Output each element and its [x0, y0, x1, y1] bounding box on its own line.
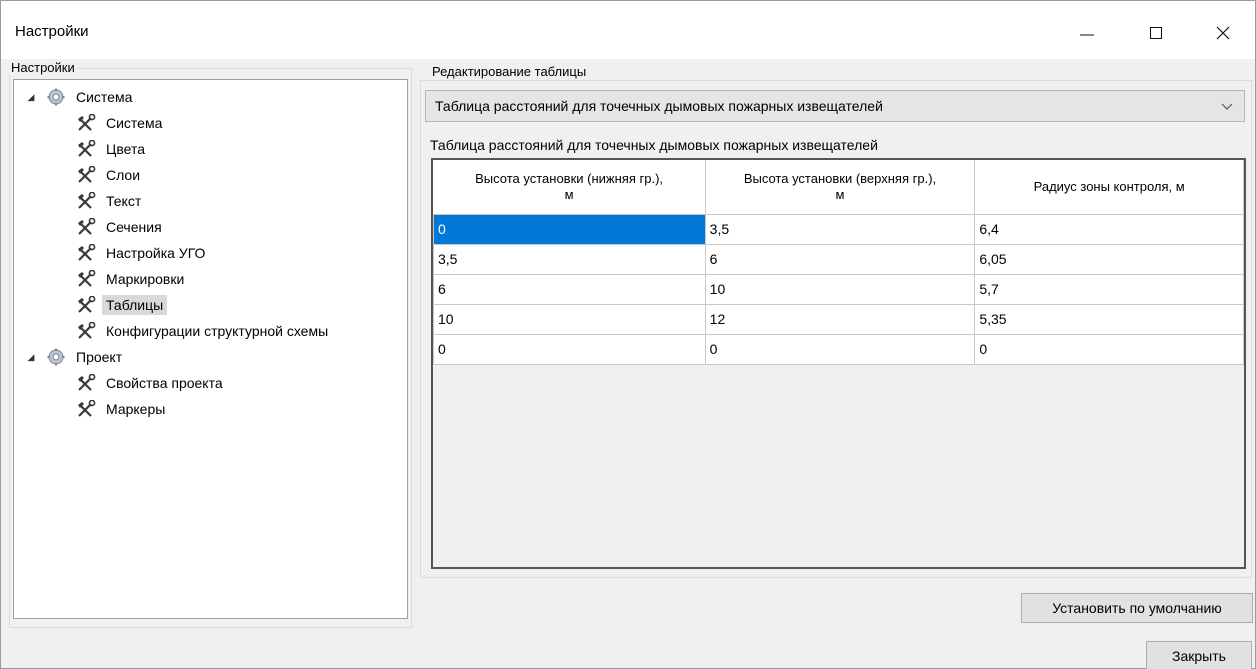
- table-cell[interactable]: 3,5: [704, 213, 976, 245]
- tools-icon: [76, 217, 96, 237]
- tree-item-label: Сечения: [106, 219, 162, 235]
- tree-item-label: Система: [106, 115, 163, 131]
- table-row: 10 12 5,35: [433, 303, 1244, 335]
- table-cell[interactable]: 0: [433, 333, 706, 365]
- tree-item[interactable]: Таблицы: [76, 292, 168, 318]
- tree-item[interactable]: Свойства проекта: [76, 370, 223, 396]
- tree-item[interactable]: Маркеры: [76, 396, 165, 422]
- tools-icon: [76, 321, 96, 341]
- tools-icon: [76, 399, 96, 419]
- table-cell[interactable]: 6: [433, 273, 706, 305]
- tree-node[interactable]: ◢ Проект: [24, 344, 122, 370]
- minimize-icon: [1080, 34, 1094, 36]
- tools-icon: [76, 165, 96, 185]
- tree-item-label: Конфигурации структурной схемы: [106, 323, 329, 339]
- table-editor-group-label: Редактирование таблицы: [430, 64, 589, 79]
- table-select-dropdown[interactable]: Таблица расстояний для точечных дымовых …: [425, 90, 1245, 122]
- table-caption: Таблица расстояний для точечных дымовых …: [430, 137, 878, 153]
- table-row: 6 10 5,7: [433, 273, 1244, 305]
- column-header[interactable]: Высота установки (верхняя гр.), м: [705, 160, 976, 215]
- tree-item-label: Таблицы: [102, 295, 168, 315]
- tools-icon: [76, 139, 96, 159]
- close-icon: [1216, 26, 1230, 40]
- tree-item[interactable]: Маркировки: [76, 266, 184, 292]
- tree-item[interactable]: Настройка УГО: [76, 240, 205, 266]
- table-cell[interactable]: 10: [433, 303, 706, 335]
- settings-window: Настройки Настройки ◢ Система Система Цвета…: [0, 0, 1256, 669]
- tools-icon: [76, 113, 96, 133]
- distance-table: Высота установки (нижняя гр.), м Высота у…: [433, 160, 1244, 365]
- settings-tree[interactable]: ◢ Система Система Цвета Слои Текст Сечения Наст…: [13, 79, 408, 619]
- tree-item[interactable]: Цвета: [76, 136, 145, 162]
- minimize-button[interactable]: [1067, 13, 1107, 53]
- tree-item-label: Свойства проекта: [106, 375, 223, 391]
- table-row: 0 3,5 6,4: [433, 213, 1244, 245]
- tree-item-label: Текст: [106, 193, 142, 209]
- maximize-icon: [1150, 27, 1162, 39]
- tools-icon: [76, 243, 96, 263]
- close-window-button[interactable]: [1203, 13, 1243, 53]
- tree-item-label: Цвета: [106, 141, 145, 157]
- chevron-down-icon: [1221, 103, 1233, 110]
- table-cell[interactable]: 3,5: [433, 243, 706, 275]
- table-row: 0 0 0: [433, 333, 1244, 365]
- tree-item-label: Проект: [76, 349, 123, 365]
- expand-arrow-icon[interactable]: ◢: [24, 92, 38, 103]
- tree-item-label: Система: [76, 89, 133, 105]
- tools-icon: [76, 191, 96, 211]
- table-cell[interactable]: 5,7: [974, 273, 1244, 305]
- tools-icon: [76, 373, 96, 393]
- title-bar: Настройки: [1, 1, 1255, 59]
- tree-item[interactable]: Система: [76, 110, 162, 136]
- settings-tree-group-label: Настройки: [9, 60, 77, 75]
- tools-icon: [76, 269, 96, 289]
- table-cell[interactable]: 5,35: [974, 303, 1244, 335]
- table-cell[interactable]: 6,4: [974, 213, 1244, 245]
- table-cell[interactable]: 12: [704, 303, 976, 335]
- table-cell[interactable]: 0: [704, 333, 976, 365]
- table-select-value: Таблица расстояний для точечных дымовых …: [435, 98, 883, 114]
- tree-node[interactable]: ◢ Система: [24, 84, 132, 110]
- table-cell[interactable]: 0: [974, 333, 1244, 365]
- table-cell[interactable]: 0: [433, 213, 706, 245]
- tree-item-label: Слои: [106, 167, 141, 183]
- table-row: 3,5 6 6,05: [433, 243, 1244, 275]
- expand-arrow-icon[interactable]: ◢: [24, 352, 38, 363]
- table-header-row: Высота установки (нижняя гр.), м Высота у…: [433, 160, 1244, 215]
- column-header[interactable]: Высота установки (нижняя гр.), м: [433, 160, 706, 215]
- tools-icon: [76, 295, 96, 315]
- gear-icon: [46, 87, 66, 107]
- table-cell[interactable]: 6,05: [974, 243, 1244, 275]
- column-header[interactable]: Радиус зоны контроля, м: [974, 160, 1244, 215]
- table-cell[interactable]: 10: [704, 273, 976, 305]
- maximize-button[interactable]: [1136, 13, 1176, 53]
- gear-icon: [46, 347, 66, 367]
- data-grid[interactable]: Высота установки (нижняя гр.), м Высота у…: [431, 158, 1246, 569]
- window-title: Настройки: [15, 23, 89, 40]
- tree-item-label: Настройка УГО: [106, 245, 206, 261]
- set-default-button[interactable]: Установить по умолчанию: [1021, 593, 1253, 623]
- tree-item[interactable]: Конфигурации структурной схемы: [76, 318, 328, 344]
- tree-item-label: Маркировки: [106, 271, 185, 287]
- tree-item[interactable]: Текст: [76, 188, 141, 214]
- tree-item[interactable]: Слои: [76, 162, 140, 188]
- close-button[interactable]: Закрыть: [1146, 641, 1252, 669]
- tree-item-label: Маркеры: [106, 401, 166, 417]
- tree-item[interactable]: Сечения: [76, 214, 162, 240]
- table-cell[interactable]: 6: [704, 243, 976, 275]
